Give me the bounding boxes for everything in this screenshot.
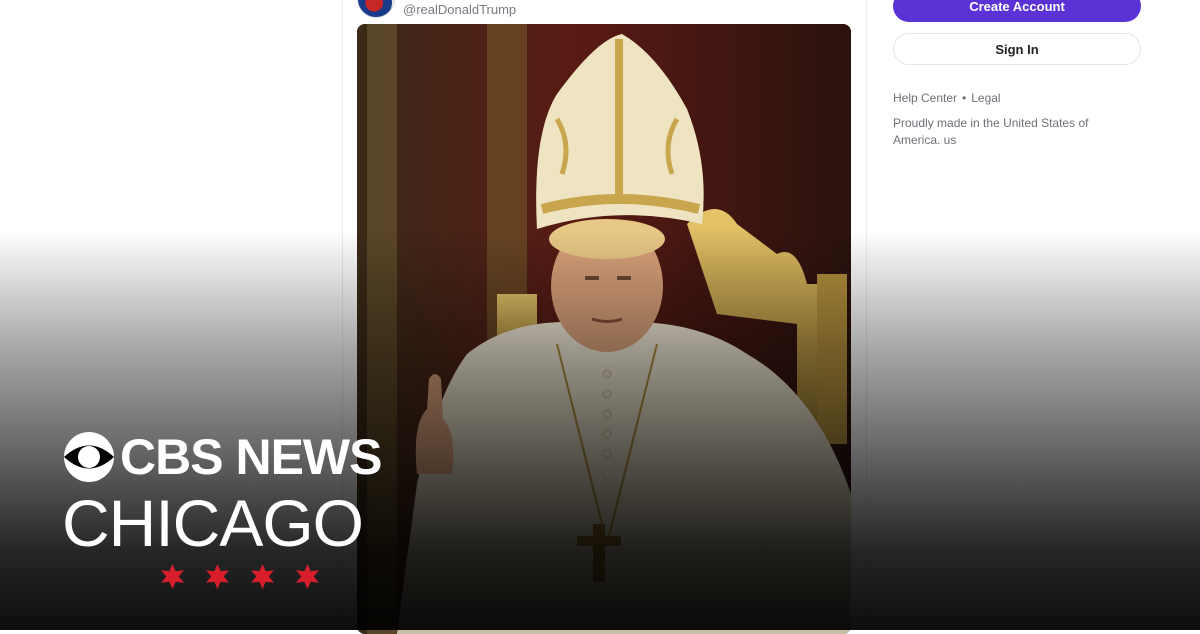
post-handle[interactable]: @realDonaldTrump	[403, 2, 516, 17]
cbs-eye-icon	[64, 432, 114, 482]
right-column-divider	[866, 0, 867, 630]
post-image[interactable]	[357, 24, 851, 634]
avatar[interactable]	[357, 0, 395, 18]
pope-portrait-image	[357, 24, 851, 634]
six-point-star-icon	[161, 564, 184, 589]
legal-link[interactable]: Legal	[971, 91, 1000, 105]
help-center-link[interactable]: Help Center	[893, 91, 957, 105]
footer-separator: •	[962, 91, 967, 105]
chicago-stars	[160, 564, 320, 589]
six-point-star-icon	[296, 564, 319, 589]
create-account-button[interactable]: Create Account	[893, 0, 1141, 22]
cbs-news-chicago-logo: CBS NEWS CHICAGO	[62, 428, 422, 598]
sign-in-button[interactable]: Sign In	[893, 33, 1141, 65]
network-name: CBS NEWS	[120, 429, 382, 485]
city-name: CHICAGO	[62, 486, 364, 560]
six-point-star-icon	[206, 564, 229, 589]
six-point-star-icon	[251, 564, 274, 589]
footer-links: Help Center • Legal	[893, 91, 1001, 105]
made-in-text: Proudly made in the United States of Ame…	[893, 116, 1089, 147]
